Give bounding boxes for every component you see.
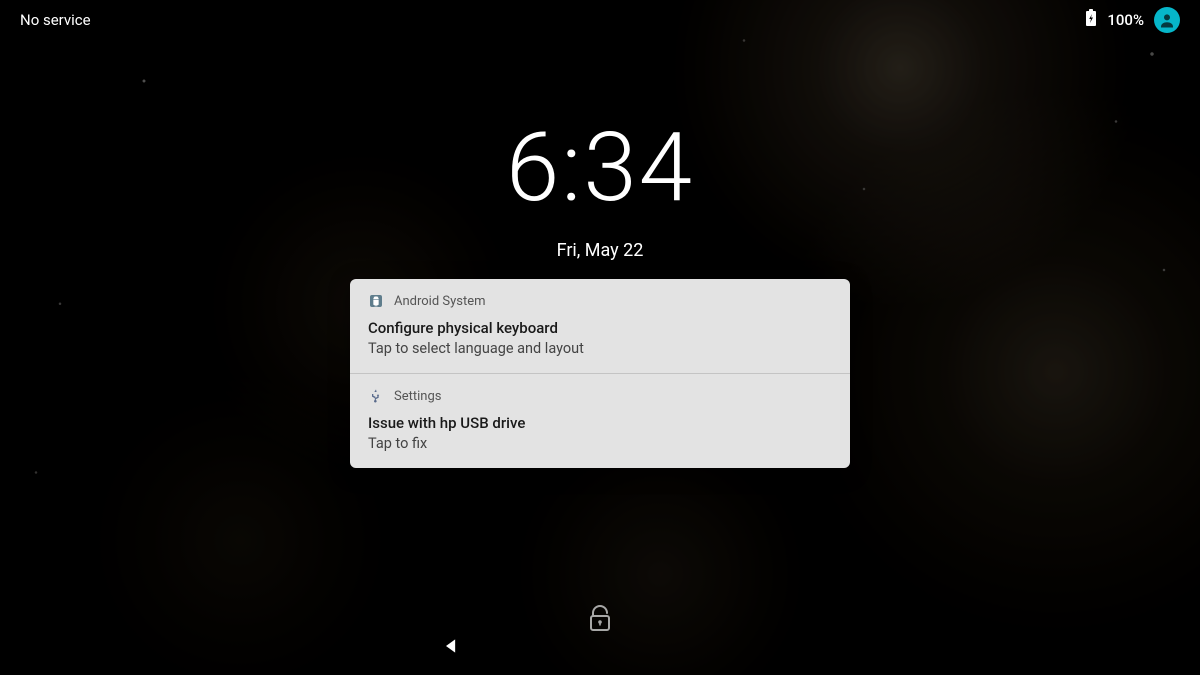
network-status-text: No service — [20, 11, 91, 29]
notification-title: Issue with hp USB drive — [368, 414, 832, 432]
lockscreen-clock: 6:34 Fri, May 22 — [0, 120, 1200, 261]
notification-panel: Android System Configure physical keyboa… — [350, 279, 850, 468]
notification-title: Configure physical keyboard — [368, 319, 832, 337]
battery-icon — [1085, 9, 1097, 31]
notification-item[interactable]: Android System Configure physical keyboa… — [350, 279, 850, 373]
notification-app-name: Settings — [394, 389, 441, 404]
status-bar: No service 100% — [0, 0, 1200, 40]
notification-app-name: Android System — [394, 294, 486, 309]
clock-date: Fri, May 22 — [0, 240, 1200, 261]
notification-text: Tap to select language and layout — [368, 340, 832, 357]
notification-item[interactable]: Settings Issue with hp USB drive Tap to … — [350, 373, 850, 468]
unlock-hint[interactable] — [589, 605, 611, 635]
usb-icon — [368, 388, 384, 404]
battery-percent: 100% — [1107, 11, 1144, 29]
notification-text: Tap to fix — [368, 435, 832, 452]
android-icon — [368, 293, 384, 309]
user-avatar-button[interactable] — [1154, 7, 1180, 33]
clock-time: 6:34 — [0, 120, 1200, 216]
nav-back-button[interactable] — [440, 635, 462, 657]
